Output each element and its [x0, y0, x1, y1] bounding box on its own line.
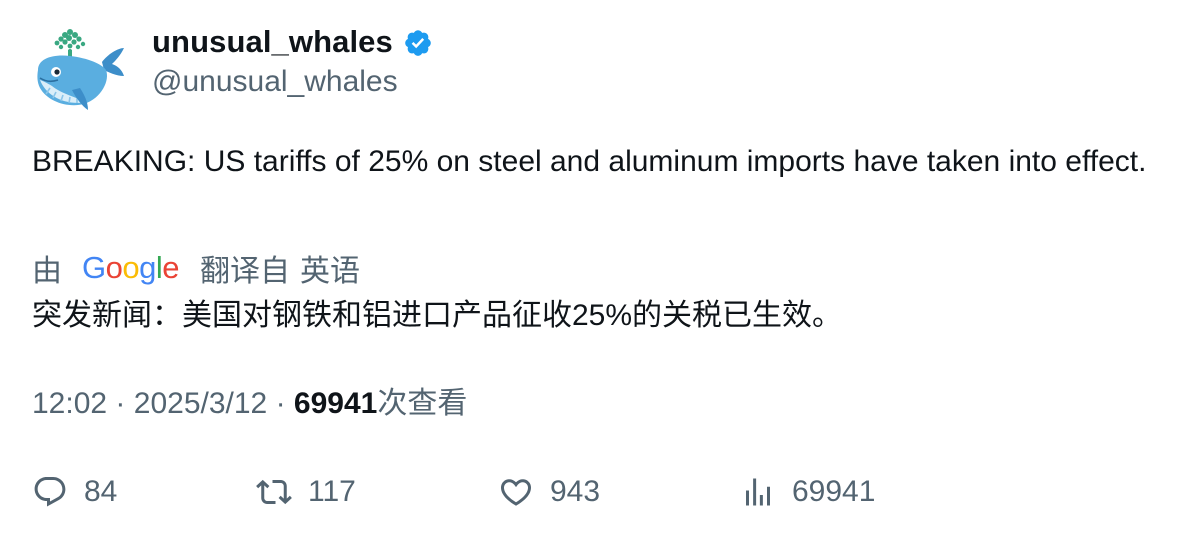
- verified-badge-icon: [405, 30, 431, 56]
- translation-source-language: 翻译自 英语: [200, 246, 360, 290]
- like-button[interactable]: 943: [498, 470, 600, 514]
- source-language: 英语: [300, 255, 360, 288]
- whale-icon: [37, 29, 124, 110]
- tweet-meta: 12:02 · 2025/3/12 · 69941次查看: [32, 384, 467, 424]
- translation-suffix: 翻译自: [200, 255, 290, 288]
- analytics-icon: [746, 478, 770, 506]
- reply-button[interactable]: 84: [32, 470, 117, 514]
- tweet-date[interactable]: 2025/3/12: [134, 387, 267, 420]
- tweet-text: BREAKING: US tariffs of 25% on steel and…: [32, 145, 1147, 178]
- action-bar: 84 117 943 69941: [32, 470, 1172, 514]
- svg-text:Google: Google: [82, 250, 179, 285]
- author-block: unusual_whales @unusual_whales: [152, 22, 433, 102]
- views-button[interactable]: 69941: [740, 470, 875, 514]
- tweet-time[interactable]: 12:02: [32, 387, 107, 420]
- heart-icon: [500, 479, 532, 506]
- reply-icon: [34, 477, 66, 507]
- retweet-count: 117: [308, 475, 356, 508]
- reply-count: 84: [84, 475, 118, 508]
- display-name[interactable]: unusual_whales: [152, 24, 393, 60]
- translation-attribution[interactable]: 由 Google 翻译自 英语: [32, 246, 360, 290]
- tweet-card: unusual_whales @unusual_whales BREAKING:…: [0, 0, 1196, 538]
- translation-prefix: 由: [32, 255, 62, 288]
- translated-text: 突发新闻：美国对钢铁和铝进口产品征收25%的关税已生效。: [32, 299, 843, 332]
- retweet-button[interactable]: 117: [256, 470, 356, 514]
- google-logo: Google: [82, 250, 180, 285]
- views-action-count: 69941: [792, 475, 876, 508]
- separator: ·: [115, 387, 126, 420]
- retweet-icon: [256, 479, 292, 505]
- views-count: 69941: [293, 387, 378, 420]
- user-handle[interactable]: @unusual_whales: [152, 62, 433, 102]
- avatar[interactable]: [32, 26, 126, 112]
- separator: ·: [275, 387, 286, 420]
- views-label: 次查看: [377, 387, 468, 420]
- like-count: 943: [550, 475, 601, 508]
